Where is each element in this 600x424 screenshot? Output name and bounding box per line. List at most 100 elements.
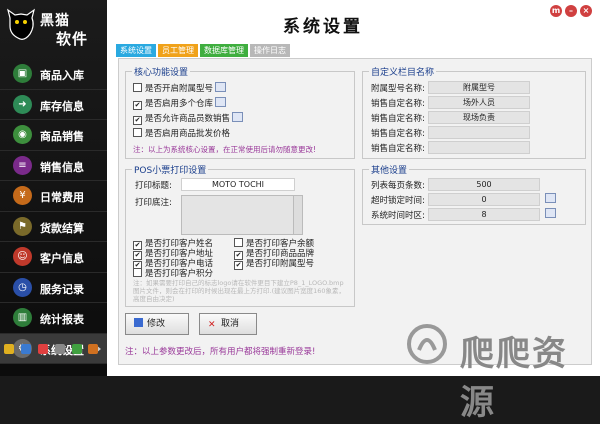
watermark: 爬爬资源 — [405, 316, 595, 423]
sidebar-item-settlement[interactable]: ⚑ 货款结算 — [0, 212, 107, 242]
user-icon: ☺ — [13, 247, 32, 266]
pos-note: 注：如果需要打印自己的标志logo请在软件更目下建立P8_1_LOGO.bmp图… — [133, 279, 346, 303]
option-print-points[interactable]: 是否打印客户积分 — [133, 267, 213, 279]
calculator-icon[interactable] — [20, 344, 31, 354]
field-label: 销售自定名称: — [371, 144, 425, 154]
close-icon[interactable]: × — [580, 5, 592, 17]
field-label: 超时锁定时间: — [371, 196, 425, 206]
checkbox[interactable] — [133, 83, 142, 92]
group-title: 自定义栏目名称 — [371, 68, 435, 78]
checkbox[interactable] — [133, 268, 142, 277]
brand-logo: 黑猫 软件 — [0, 0, 107, 58]
bottom-note: 注：以上参数更改后，所有用户都将强制重新登录! — [125, 347, 316, 357]
field-label: 销售自定名称: — [371, 99, 425, 109]
option-negative-sales[interactable]: ✔ 是否允许商品员数销售 — [133, 112, 244, 125]
custom-name-input[interactable] — [428, 141, 530, 154]
edit-icon[interactable] — [545, 208, 556, 218]
print-title-label: 打印标题: — [135, 181, 172, 191]
restore-icon[interactable]: m — [550, 5, 562, 17]
watermark-text: 爬爬资源 — [460, 334, 568, 423]
field-label: 销售自定名称: — [371, 114, 425, 124]
custom-name-input[interactable] — [428, 126, 530, 139]
scrollbar[interactable] — [293, 196, 302, 234]
window-controls: m – × — [547, 5, 592, 17]
checkbox[interactable]: ✔ — [133, 116, 142, 125]
field-label: 附属型号名称: — [371, 84, 425, 94]
sidebar: 黑猫 软件 ▣ 商品入库 ➜ 库存信息 ◉ 商品销售 ≡ 销售信息 ¥ 日常费用 ⚑ 货款结… — [0, 0, 107, 376]
tab-database[interactable]: 数据库管理 — [200, 44, 248, 57]
edit-icon[interactable] — [215, 82, 227, 92]
print-footer-textarea[interactable] — [181, 195, 303, 235]
box-in-icon: ▣ — [13, 64, 32, 83]
help-icon[interactable] — [88, 344, 99, 354]
sidebar-item-reports[interactable]: ▥ 统计报表 — [0, 303, 107, 334]
tab-bar: 系统设置 员工管理 数据库管理 操作日志 — [116, 44, 292, 57]
excel-icon[interactable] — [71, 344, 82, 354]
tab-operation-log[interactable]: 操作日志 — [250, 44, 290, 57]
group-title: POS小票打印设置 — [134, 166, 207, 176]
list-icon: ≡ — [13, 155, 32, 175]
print-title-input[interactable]: MOTO TOCHI — [181, 178, 295, 191]
edit-icon[interactable] — [232, 112, 244, 122]
coin-icon: ¥ — [13, 186, 32, 205]
sidebar-item-sales-info[interactable]: ≡ 销售信息 — [0, 151, 107, 181]
save-icon — [134, 318, 143, 327]
save-button[interactable]: 修改 — [125, 313, 189, 335]
chart-icon: ▥ — [13, 308, 32, 327]
core-note: 注：以上为系统核心设置，在正常使用后请勿随意更改! — [133, 145, 317, 154]
checkbox[interactable]: ✔ — [133, 101, 142, 110]
cancel-button[interactable]: ✕ 取消 — [199, 313, 257, 335]
sidebar-item-label: 服务记录 — [40, 282, 84, 296]
tab-staff[interactable]: 员工管理 — [158, 44, 198, 57]
sidebar-item-expenses[interactable]: ¥ 日常费用 — [0, 181, 107, 212]
checkbox[interactable] — [133, 128, 142, 137]
timezone-input[interactable]: 8 — [428, 208, 540, 221]
checkbox[interactable] — [234, 238, 243, 247]
calendar-icon[interactable] — [37, 344, 48, 354]
tab-system-settings[interactable]: 系统设置 — [116, 44, 156, 57]
arrow-right-icon: ➜ — [13, 94, 32, 114]
sidebar-item-label: 统计报表 — [40, 313, 84, 326]
notepad-icon[interactable] — [54, 344, 65, 354]
edit-icon[interactable] — [545, 193, 556, 203]
sidebar-nav: ▣ 商品入库 ➜ 库存信息 ◉ 商品销售 ≡ 销售信息 ¥ 日常费用 ⚑ 货款结算 ☺ 客户信… — [0, 59, 107, 364]
checkbox[interactable]: ✔ — [234, 261, 243, 270]
brand-line2: 软件 — [56, 30, 89, 48]
sidebar-item-label: 销售信息 — [40, 160, 84, 174]
quick-tray — [4, 344, 102, 358]
custom-name-input[interactable]: 场外人员 — [428, 96, 530, 109]
edit-icon[interactable] — [215, 97, 227, 107]
group-title: 其他设置 — [371, 166, 408, 176]
option-wholesale-price[interactable]: 是否启用商品批发价格 — [133, 127, 230, 139]
sidebar-item-service-records[interactable]: ◷ 服务记录 — [0, 273, 107, 303]
app-window: 黑猫 软件 ▣ 商品入库 ➜ 库存信息 ◉ 商品销售 ≡ 销售信息 ¥ 日常费用 ⚑ 货款结… — [0, 0, 600, 423]
cancel-icon: ✕ — [208, 320, 216, 330]
sidebar-item-label: 库存信息 — [40, 99, 84, 113]
option-sub-model[interactable]: 是否开启附属型号 — [133, 82, 227, 94]
sidebar-item-stock-in[interactable]: ▣ 商品入库 — [0, 59, 107, 90]
lock-icon[interactable] — [4, 344, 14, 354]
cart-icon: ◉ — [13, 125, 32, 144]
page-title: 系统设置 — [283, 17, 363, 37]
clock-icon: ◷ — [13, 277, 32, 297]
field-label: 销售自定名称: — [371, 129, 425, 139]
cat-logo-icon — [7, 8, 35, 40]
custom-name-input[interactable]: 现场负责 — [428, 111, 530, 124]
flag-icon: ⚑ — [13, 216, 32, 236]
option-multi-warehouse[interactable]: ✔ 是否启用多个仓库 — [133, 97, 227, 110]
print-footer-label: 打印底注: — [135, 198, 172, 208]
sidebar-item-customers[interactable]: ☺ 客户信息 — [0, 242, 107, 273]
sidebar-item-label: 货款结算 — [40, 221, 84, 235]
sidebar-item-label: 客户信息 — [40, 252, 84, 265]
watermark-logo — [407, 324, 447, 364]
sidebar-item-label: 商品销售 — [40, 130, 84, 143]
page-size-input[interactable]: 500 — [428, 178, 540, 191]
sidebar-item-label: 日常费用 — [40, 191, 84, 204]
group-title: 核心功能设置 — [134, 68, 189, 78]
sidebar-item-inventory[interactable]: ➜ 库存信息 — [0, 90, 107, 120]
option-print-sub-model[interactable]: ✔ 是否打印附属型号 — [234, 257, 314, 270]
lock-timeout-input[interactable]: 0 — [428, 193, 540, 206]
sidebar-item-sales[interactable]: ◉ 商品销售 — [0, 120, 107, 151]
minimize-icon[interactable]: – — [565, 5, 577, 17]
custom-name-input[interactable]: 附属型号 — [428, 81, 530, 94]
